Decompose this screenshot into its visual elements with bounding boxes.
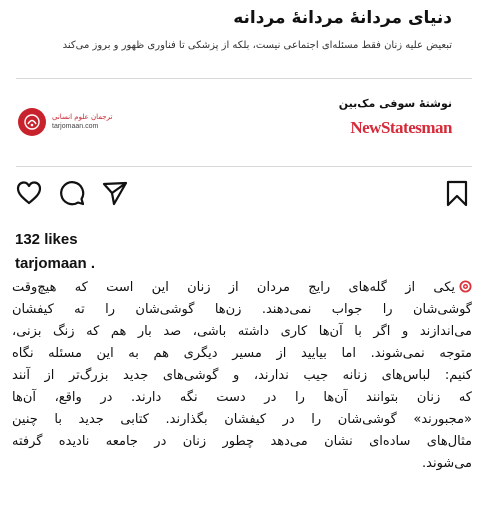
caption-line: که زنان بتوانند آن‌ها را در دست نگه دارن… — [12, 390, 472, 405]
post-headline: دنیای مردانهٔ مردانهٔ مردانه — [233, 8, 452, 28]
post-image[interactable]: دنیای مردانهٔ مردانهٔ مردانه تبعیض علیه … — [0, 0, 488, 170]
caption-line: یکی از گله‌های رایج مردان از زنان این اس… — [12, 277, 472, 299]
author-credit: نوشتهٔ سوفی مک‌بین — [338, 97, 452, 110]
likes-count[interactable]: 132 likes — [15, 231, 78, 248]
caption-line: مثال‌های ساده‌ای نشان می‌دهد چطور زنان د… — [12, 434, 472, 449]
publisher-name: ترجمان علوم انسانی — [52, 113, 113, 121]
divider — [16, 78, 472, 79]
caption-line: کنیم: لباس‌های زنانه جیب ندارند، و گوشی‌… — [12, 368, 472, 383]
target-emoji-icon — [459, 279, 472, 293]
caption-line: می‌اندازند و اگر با آن‌ها کاری داشته باش… — [12, 324, 472, 339]
tarjomaan-emblem-icon — [18, 108, 46, 136]
post-subhead: تبعیض علیه زنان فقط مسئله‌ای اجتماعی نیس… — [62, 40, 452, 51]
bookmark-icon[interactable] — [442, 178, 472, 208]
post-action-bar — [0, 172, 488, 216]
caption-line: متوجه نمی‌شوند. اما بیایید از مسیر دیگری… — [12, 346, 472, 361]
caption-line: «مجبورند» گوشی‌شان را در کیفشان بگذارند.… — [12, 412, 472, 427]
publisher-site: tarjomaan.com — [52, 123, 99, 130]
comment-icon[interactable] — [57, 178, 87, 208]
heart-icon[interactable] — [14, 178, 44, 208]
newstatesman-logo: NewStatesman — [350, 118, 452, 137]
share-icon[interactable] — [100, 178, 130, 208]
caption-line: گوشی‌شان را جواب نمی‌دهند. زن‌ها گوشی‌شا… — [12, 302, 472, 317]
post-username[interactable]: tarjomaan . — [15, 255, 95, 272]
caption-line: می‌شوند. — [422, 456, 472, 471]
caption-text: یکی از گله‌های رایج مردان از زنان این اس… — [12, 280, 455, 295]
divider — [16, 166, 472, 167]
tarjomaan-logo: ترجمان علوم انسانی tarjomaan.com — [18, 108, 112, 136]
